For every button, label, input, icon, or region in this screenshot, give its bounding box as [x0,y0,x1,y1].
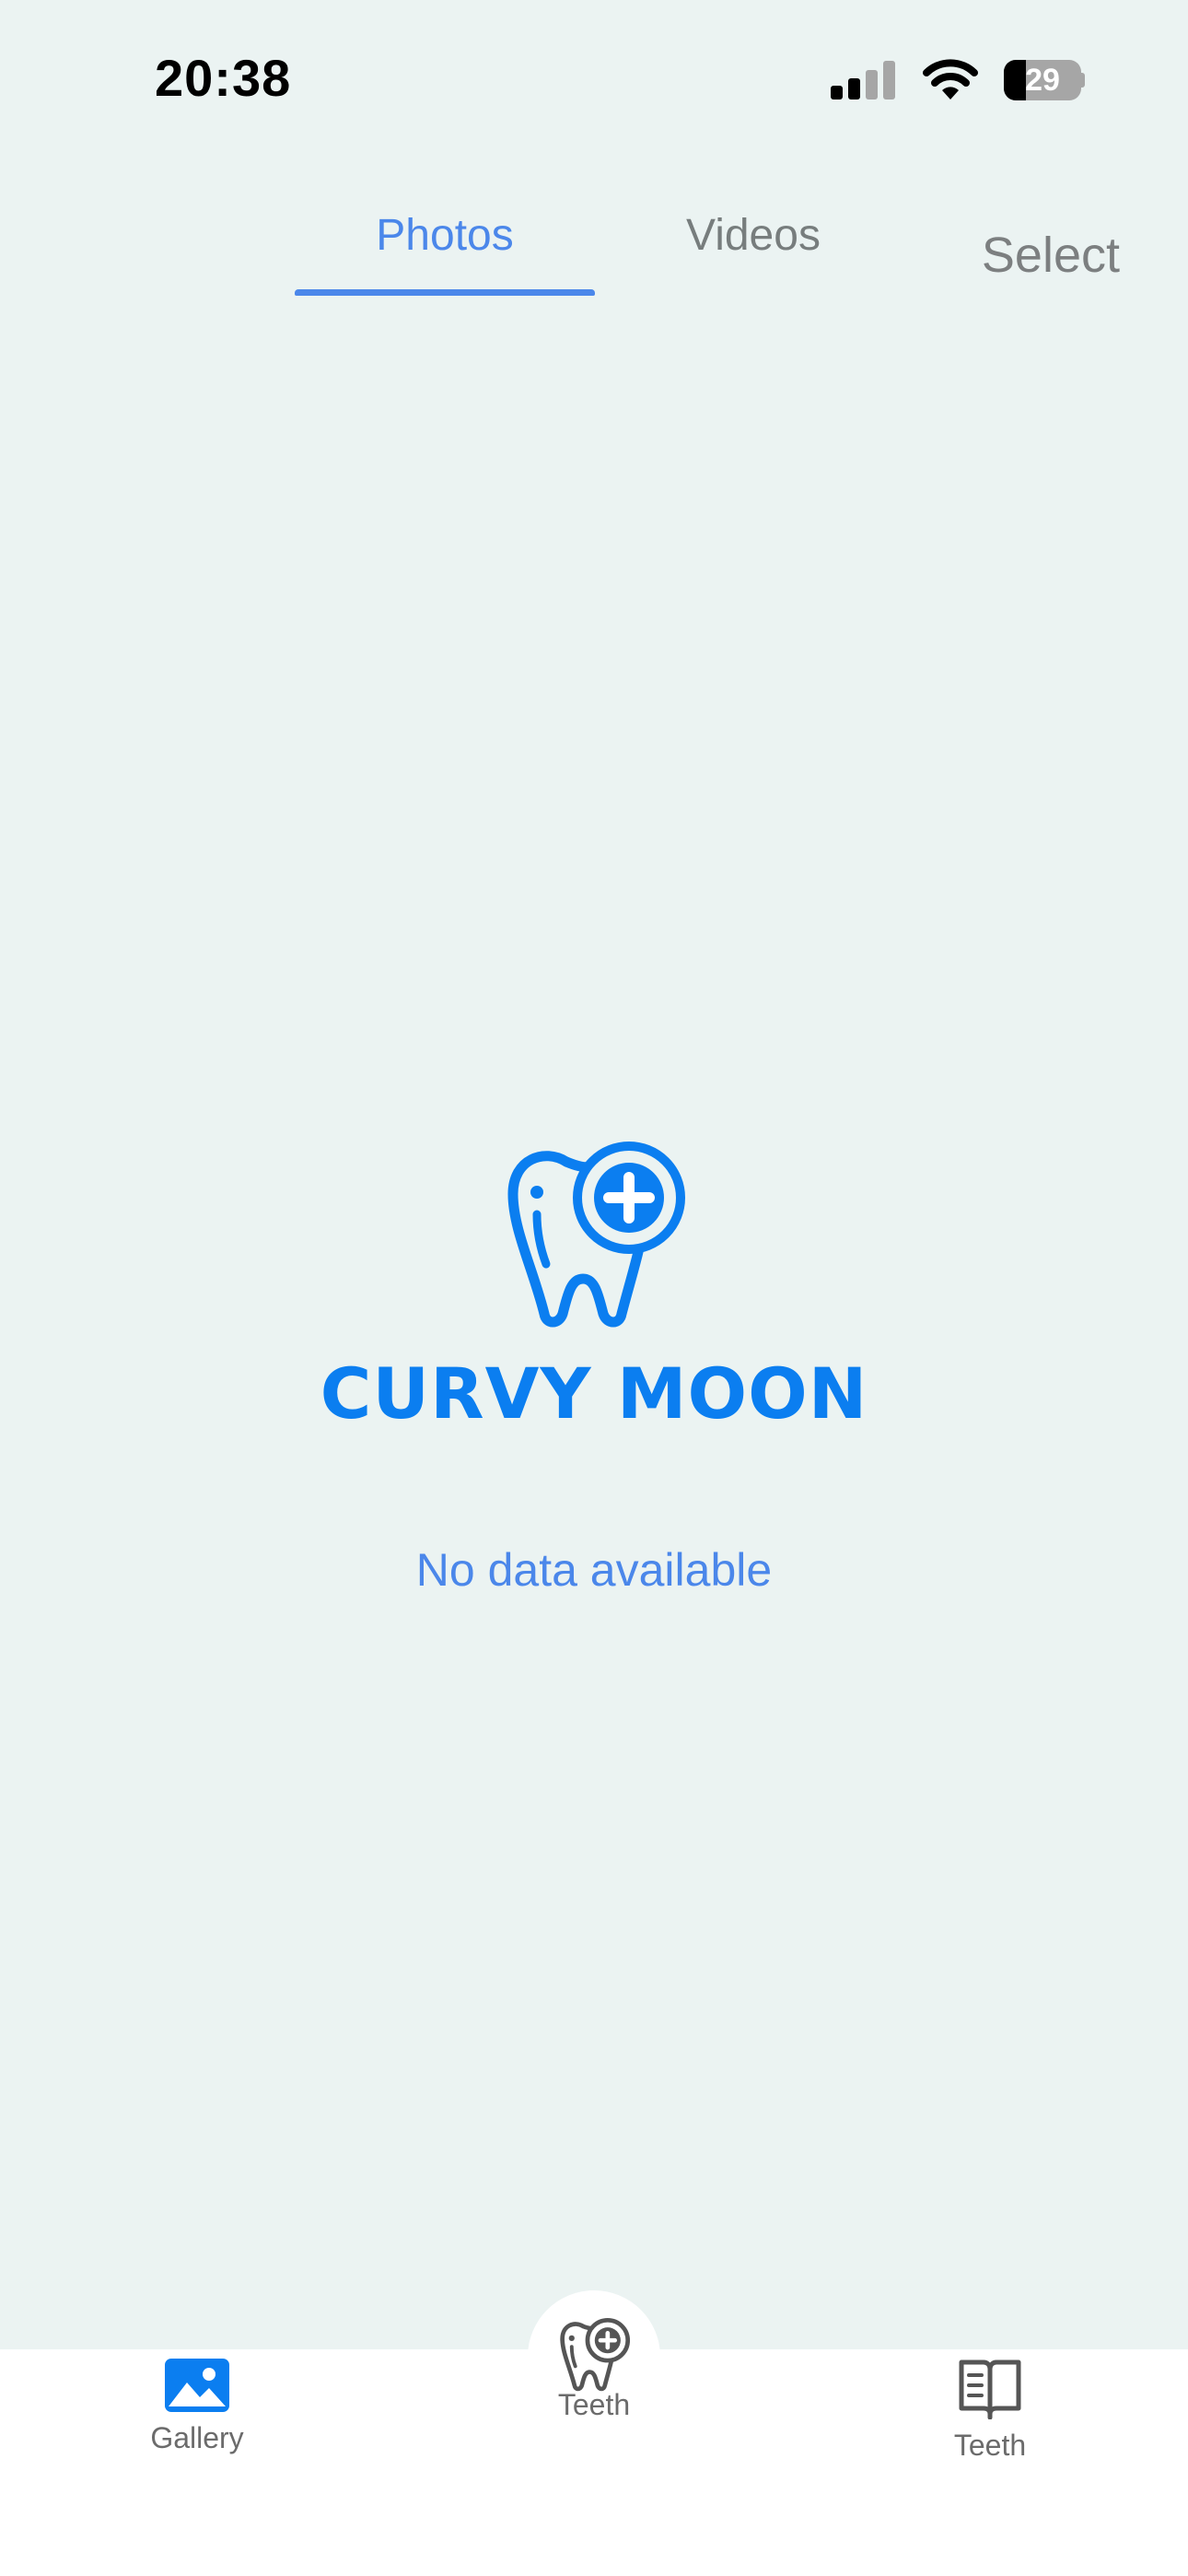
battery-indicator: 29 [1004,60,1085,100]
nav-item-teeth-center[interactable]: Teeth [483,2318,705,2422]
nav-label-teeth-book: Teeth [953,2429,1027,2462]
brand-name: CURVY MOON [320,1352,868,1434]
empty-message: No data available [415,1544,773,1596]
cellular-signal-icon [831,61,895,100]
tooth-plus-icon [560,2318,631,2392]
empty-state: CURVY MOON No data available [0,1141,1188,1597]
tab-photos[interactable]: Photos [297,210,593,261]
book-icon [959,2359,1021,2419]
gallery-icon [165,2359,229,2412]
select-button[interactable]: Select [982,227,1120,284]
status-time: 20:38 [155,49,292,107]
status-icons: 29 [831,57,1085,103]
nav-label-gallery: Gallery [150,2421,244,2454]
wifi-icon [923,59,978,100]
nav-item-gallery[interactable]: Gallery [87,2359,308,2455]
active-tab-indicator [295,289,595,296]
status-bar: 20:38 29 [0,0,1188,157]
battery-level-text: 29 [1025,63,1060,98]
tooth-plus-logo-icon [507,1142,685,1328]
nav-item-teeth-book[interactable]: Teeth [879,2359,1101,2463]
nav-label-teeth-center: Teeth [557,2388,631,2421]
tab-videos[interactable]: Videos [635,210,871,261]
